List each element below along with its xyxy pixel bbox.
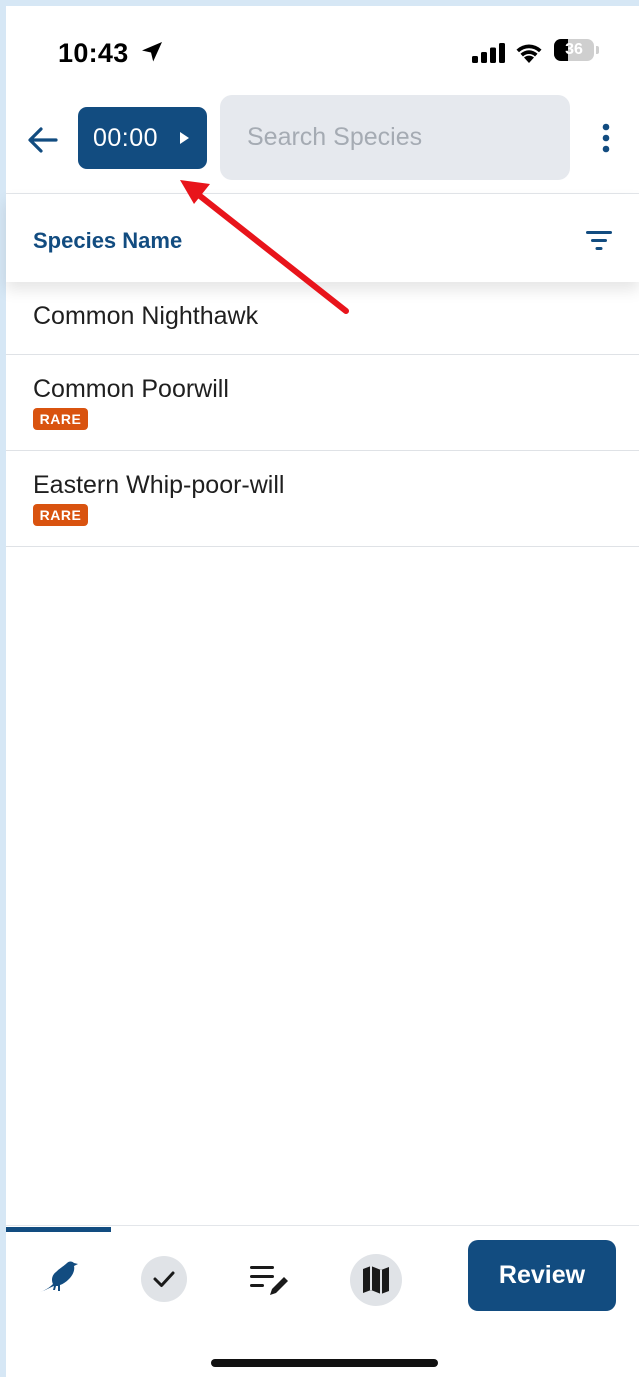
- battery-tip: [596, 46, 599, 54]
- check-icon: [153, 1271, 175, 1287]
- rare-badge: RARE: [33, 408, 88, 430]
- bird-icon[interactable]: [38, 1256, 80, 1298]
- species-row[interactable]: Common Nighthawk: [6, 282, 639, 355]
- species-row[interactable]: Eastern Whip-poor-will RARE: [6, 451, 639, 547]
- species-name-header[interactable]: Species Name: [33, 228, 182, 254]
- species-search-field[interactable]: Search Species: [220, 95, 570, 180]
- timer-play-button[interactable]: 00:00: [78, 107, 207, 169]
- checklist-complete-button[interactable]: [141, 1256, 187, 1302]
- species-row[interactable]: Common Poorwill RARE: [6, 355, 639, 451]
- search-placeholder: Search Species: [247, 123, 423, 151]
- back-arrow-icon[interactable]: [26, 123, 60, 157]
- map-button[interactable]: [350, 1254, 402, 1306]
- species-name: Common Nighthawk: [33, 302, 259, 330]
- bottom-nav-divider: [6, 1225, 639, 1226]
- app-screen: 10:43 36 00:00 Search Species Species Na…: [6, 6, 639, 1377]
- species-name: Common Poorwill: [33, 375, 229, 403]
- list-header: Species Name: [6, 194, 639, 282]
- filter-icon[interactable]: [584, 228, 614, 252]
- review-button[interactable]: Review: [468, 1240, 616, 1311]
- status-time: 10:43: [58, 38, 129, 68]
- notes-edit-icon[interactable]: [248, 1262, 292, 1298]
- rare-badge: RARE: [33, 504, 88, 526]
- home-indicator[interactable]: [211, 1359, 438, 1367]
- active-tab-indicator: [6, 1227, 111, 1232]
- more-options-icon[interactable]: [594, 120, 618, 160]
- battery-level: 36: [565, 41, 583, 58]
- play-icon: [180, 132, 189, 144]
- battery-indicator: 36: [554, 39, 594, 61]
- species-name: Eastern Whip-poor-will: [33, 471, 285, 499]
- timer-display: 00:00: [93, 123, 159, 152]
- wifi-icon: [516, 44, 542, 63]
- cell-signal-icon: [472, 43, 505, 63]
- location-arrow-icon: [142, 42, 162, 62]
- map-icon: [363, 1266, 389, 1294]
